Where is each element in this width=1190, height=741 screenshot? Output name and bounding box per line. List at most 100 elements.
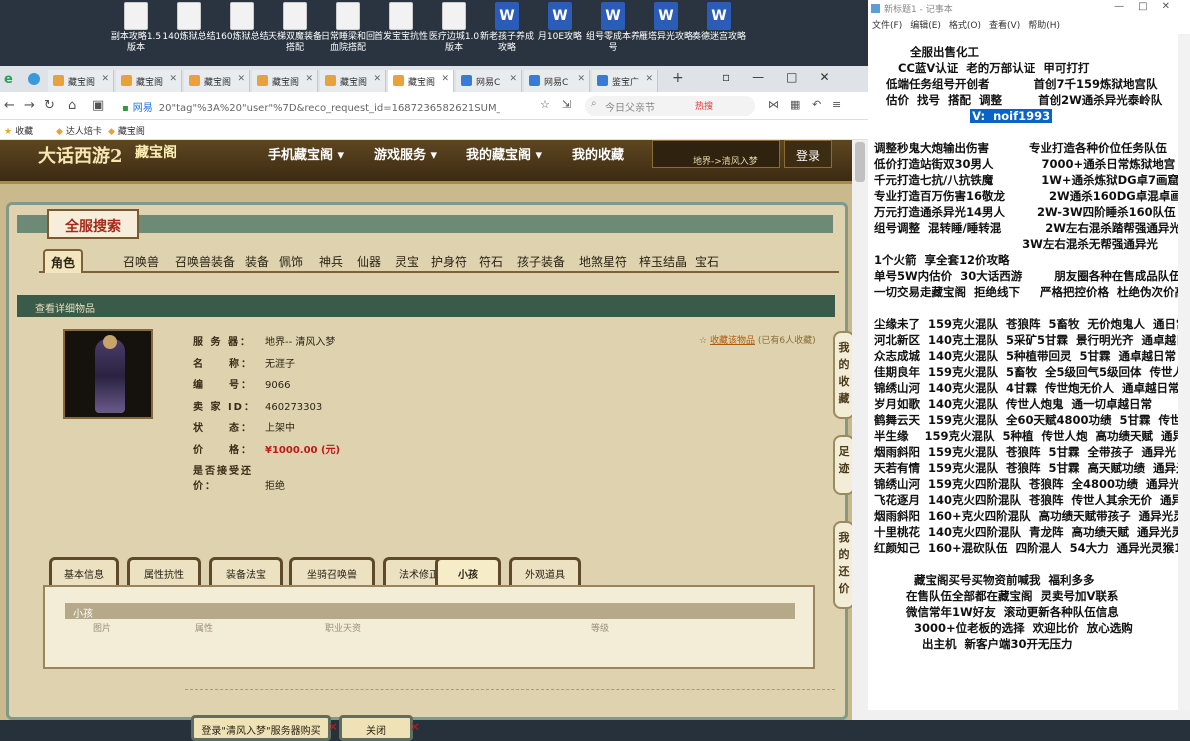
selected-text[interactable]: V: noif1993 — [970, 109, 1053, 123]
star-icon[interactable]: ☆ — [540, 98, 550, 111]
category-tab[interactable]: 地煞星符 — [579, 253, 627, 270]
category-tab[interactable]: 装备 — [245, 253, 269, 270]
category-tab[interactable]: 灵宝 — [395, 253, 419, 270]
info-tab[interactable]: 装备法宝 — [209, 557, 283, 585]
notepad-menu-item[interactable]: 文件(F) — [872, 21, 902, 31]
bookmark-item[interactable]: ◆ 藏宝阁 — [108, 124, 145, 137]
category-tab[interactable]: 仙器 — [357, 253, 381, 270]
desktop-icon[interactable]: W 雁塔异光攻略 — [638, 2, 694, 43]
reload-icon[interactable]: ↻ — [44, 98, 55, 113]
game-menu-item[interactable]: 我的收藏 — [572, 144, 624, 163]
forward-icon[interactable]: → — [24, 98, 35, 113]
category-tab[interactable]: 佩饰 — [279, 253, 303, 270]
back-icon[interactable]: ← — [4, 98, 15, 113]
line-text: 众志成城 140克火混队 5种植带回灵 5甘霖 通卓越日常 — [874, 349, 1177, 363]
desktop-icon[interactable]: 160炼狱总结 — [214, 2, 270, 43]
browser-tab[interactable]: 藏宝阁 ✕ — [252, 70, 318, 92]
server-box[interactable]: 地界->清风入梦 — [652, 140, 780, 168]
new-tab-button[interactable]: + — [672, 70, 684, 86]
tab-close-icon[interactable]: ✕ — [577, 74, 585, 84]
category-tab[interactable]: 神兵 — [319, 253, 343, 270]
desktop-icon[interactable]: 140炼狱总结 — [161, 2, 217, 43]
desktop-icon[interactable]: 日常睡梁和回血院搭配 — [320, 2, 376, 54]
game-logo[interactable]: 大话西游2 — [38, 142, 123, 168]
nav-bar: ← → ↻ ⌂ ▣ ▪ 网易 20"tag"%3A%20"user"%7D&reco… — [0, 92, 868, 120]
category-tab[interactable]: 孩子装备 — [517, 253, 565, 270]
tab-close-icon[interactable]: ✕ — [305, 74, 313, 84]
login-buy-button[interactable]: 登录"清风入梦"服务器购买 ✕ — [191, 715, 338, 741]
menu-icon[interactable]: ≡ — [832, 98, 841, 111]
game-menu-item[interactable]: 游戏服务 ▾ — [374, 144, 437, 163]
page-scrollbar[interactable] — [852, 140, 868, 720]
notepad-line: 天若有情 159克火混队 苍狼阵 5甘霖 高天赋功绩 通异光 — [874, 460, 1190, 476]
close-button[interactable]: 关闭 ✕ — [339, 715, 420, 741]
notepad-menu-item[interactable]: 帮助(H) — [1028, 21, 1060, 31]
category-tab[interactable]: 召唤兽装备 — [175, 253, 235, 270]
info-tab[interactable]: 属性抗性 — [127, 557, 201, 585]
tab-close-icon[interactable]: ✕ — [101, 74, 109, 84]
browser-tab[interactable]: 网易C ✕ — [456, 70, 522, 92]
bookmark-item[interactable]: ★ 收藏 — [4, 124, 33, 137]
desktop-icon[interactable]: 副本攻略1.5版本 — [108, 2, 164, 54]
tab-favicon-icon — [597, 75, 608, 86]
browser-tab[interactable]: 藏宝阁 ✕ — [48, 70, 114, 92]
scroll-thumb[interactable] — [855, 142, 865, 182]
tab-close-icon[interactable]: ✕ — [373, 74, 381, 84]
browser-tab[interactable]: 藏宝阁 ✕ — [320, 70, 386, 92]
desktop-icon[interactable]: W 新老孩子养成攻略 — [479, 2, 535, 54]
telegram-icon[interactable] — [28, 73, 40, 85]
undo-icon[interactable]: ↶ — [812, 98, 821, 111]
browser-tab[interactable]: 藏宝阁 ✕ — [388, 70, 454, 92]
category-tab[interactable]: 宝石 — [695, 253, 719, 270]
address-bar[interactable]: ▪ 网易 20"tag"%3A%20"user"%7D&reco_request_i… — [118, 96, 500, 116]
browser-tab[interactable]: 网易C ✕ — [524, 70, 590, 92]
notepad-menu-item[interactable]: 格式(O) — [949, 21, 981, 31]
category-tab[interactable]: 护身符 — [431, 253, 467, 270]
login-button[interactable]: 登录 — [784, 140, 832, 168]
desktop-icon[interactable]: W 组号零成本养号 — [585, 2, 641, 54]
browser-tab[interactable]: 藏宝阁 ✕ — [116, 70, 182, 92]
browser-tab[interactable]: 藏宝阁 ✕ — [184, 70, 250, 92]
expand-icon[interactable]: ⇲ — [562, 98, 571, 111]
game-menu-item[interactable]: 手机藏宝阁 ▾ — [268, 144, 344, 163]
favorite-link[interactable]: 收藏该物品 — [710, 336, 755, 346]
notepad-scrollbar[interactable] — [1178, 34, 1190, 710]
bag-icon[interactable]: ▣ — [92, 98, 104, 113]
category-tab[interactable]: 梓玉结晶 — [639, 253, 687, 270]
desktop-icon[interactable]: 医疗边城1.0版本 — [426, 2, 482, 54]
notepad-menu-item[interactable]: 查看(V) — [989, 21, 1020, 31]
info-tab[interactable]: 坐骑召唤兽 — [289, 557, 375, 585]
bookmark-icon: ◆ — [56, 127, 63, 137]
tab-close-icon[interactable]: ✕ — [441, 74, 449, 84]
grid-icon[interactable]: ▦ — [790, 98, 800, 111]
window-controls[interactable]: ▫—□✕ — [722, 70, 852, 84]
hot-search-label[interactable]: 热搜 — [695, 99, 713, 112]
tab-close-icon[interactable]: ✕ — [645, 74, 653, 84]
share-icon[interactable]: ⋈ — [768, 98, 779, 111]
desktop-icon[interactable]: 首发宝宝抗性 — [373, 2, 429, 43]
info-tab[interactable]: 基本信息 — [49, 557, 119, 585]
bookmark-item[interactable]: ◆ 达人焙卡 — [56, 124, 102, 137]
category-tab[interactable]: 角色 — [43, 249, 84, 273]
category-tab[interactable]: 符石 — [479, 253, 503, 270]
search-box[interactable]: ⌕ 今日父亲节 热搜 — [585, 96, 755, 116]
home-icon[interactable]: ⌂ — [68, 98, 76, 113]
line-text: 烟雨斜阳 160+克火四阶混队 高功绩天赋带孩子 通异光灵猴 — [874, 509, 1190, 523]
info-tab[interactable]: 小孩 — [435, 557, 501, 585]
window-controls[interactable]: —□✕ — [1114, 1, 1184, 12]
info-field: 编 号： 9066 — [193, 376, 290, 391]
cbg-logo[interactable]: 藏宝阁 — [135, 142, 177, 162]
notepad-bottom-bar — [868, 710, 1190, 720]
tab-close-icon[interactable]: ✕ — [237, 74, 245, 84]
desktop-icon[interactable]: 天梯双魔装备搭配 — [267, 2, 323, 54]
tab-close-icon[interactable]: ✕ — [509, 74, 517, 84]
desktop-icon[interactable]: W 月10E攻略 — [532, 2, 588, 43]
tab-close-icon[interactable]: ✕ — [169, 74, 177, 84]
browser-tab[interactable]: 鉴宝广 ✕ — [592, 70, 658, 92]
game-menu-item[interactable]: 我的藏宝阁 ▾ — [466, 144, 542, 163]
notepad-menu-item[interactable]: 编辑(E) — [910, 21, 941, 31]
category-tab[interactable]: 召唤兽 — [123, 253, 159, 270]
info-tab[interactable]: 外观道具 — [509, 557, 581, 585]
desktop-icon[interactable]: W 奏德迷宫攻略 — [691, 2, 747, 43]
notepad-text[interactable]: 全服出售化工 CC蓝V认证 老的万部认证 甲可打打 低端任务组号开创者 首创7千… — [874, 44, 1190, 710]
